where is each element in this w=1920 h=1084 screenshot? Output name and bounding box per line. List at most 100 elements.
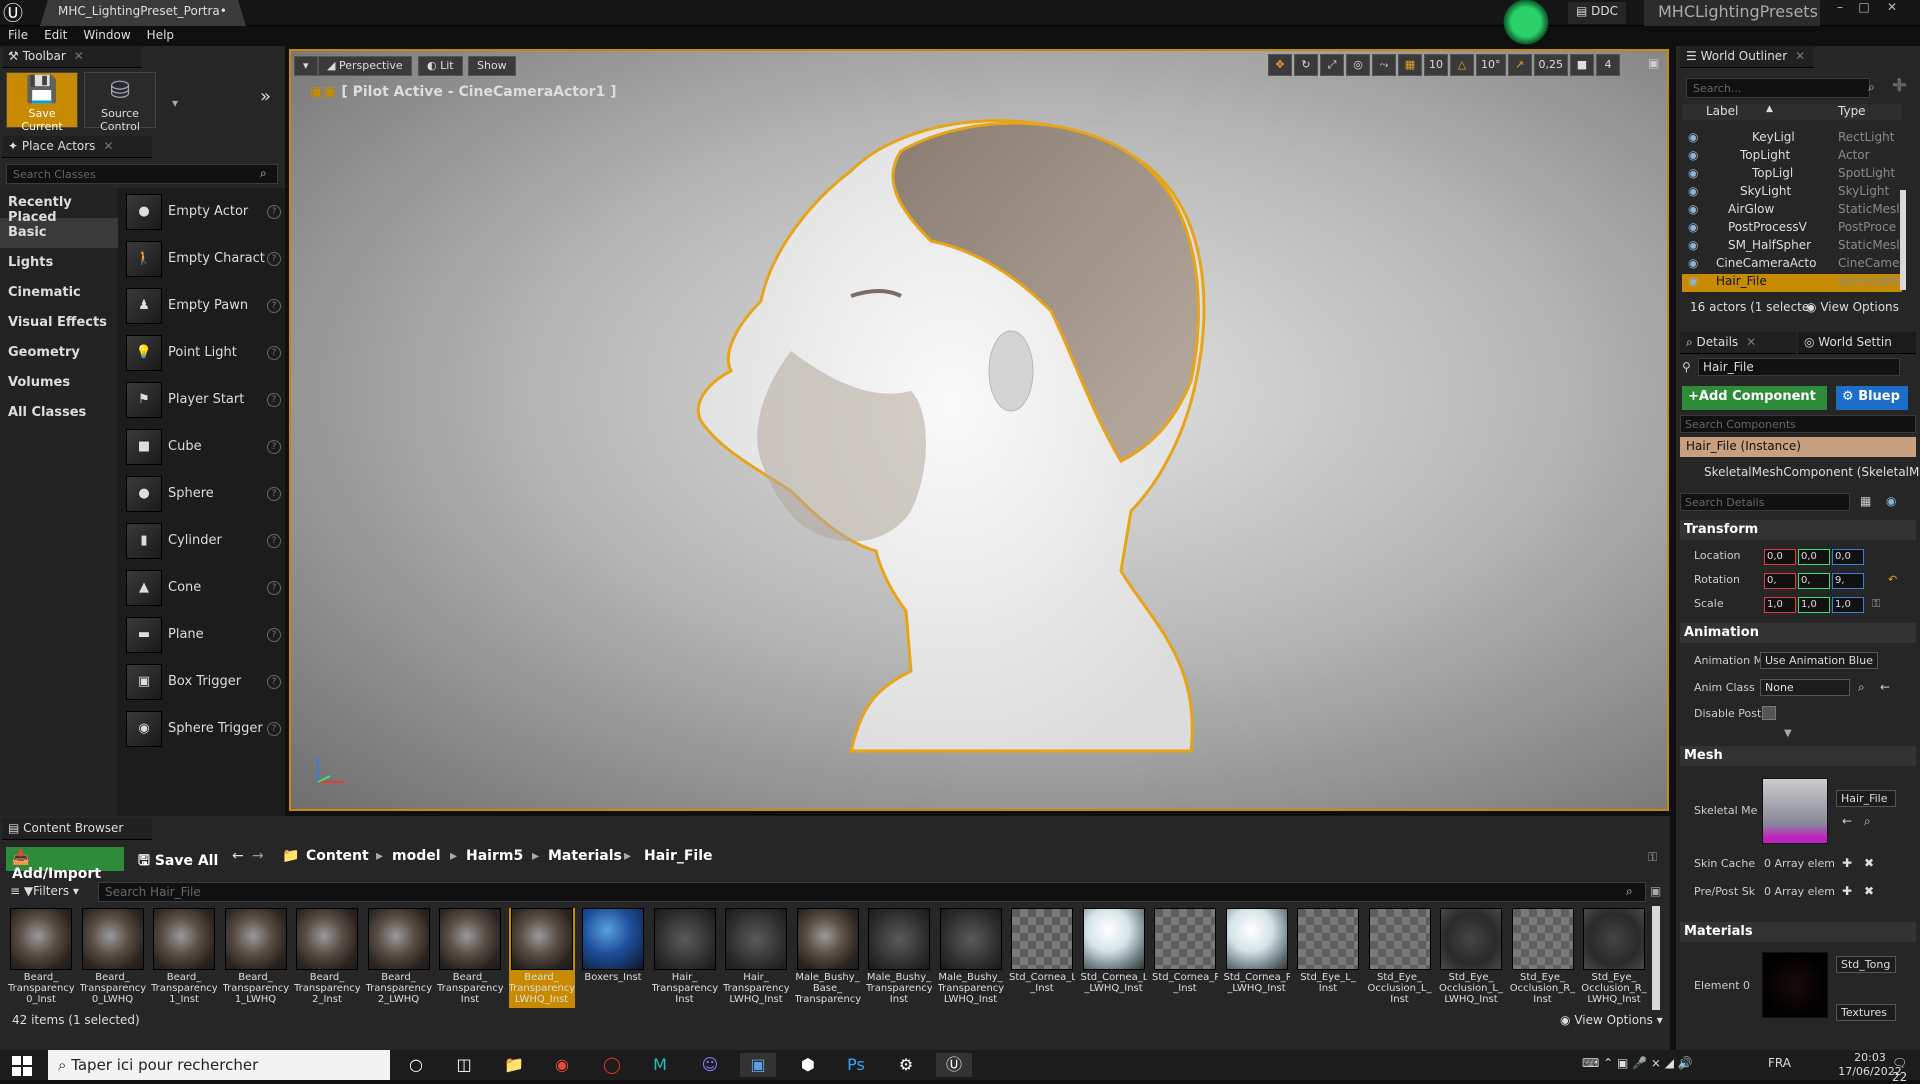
materials-section[interactable]: Materials [1680, 922, 1916, 942]
expand-toolbar-icon[interactable]: » [260, 86, 271, 107]
transform-section[interactable]: Transform [1680, 520, 1916, 540]
animation-mode-select[interactable]: Use Animation Blue [1760, 652, 1878, 669]
asset-tile[interactable]: Beard_ Transparency LWHQ_Inst [508, 908, 575, 1008]
actor-item[interactable]: ⚑ Player Start? [118, 376, 285, 423]
breadcrumb-model[interactable]: model [392, 848, 441, 864]
help-icon[interactable]: ? [267, 674, 281, 689]
language-indicator[interactable]: FRA [1768, 1056, 1791, 1070]
surface-snap-icon[interactable]: ⤳ [1372, 54, 1396, 76]
opera-icon[interactable]: ◯ [594, 1053, 630, 1077]
asset-tile[interactable]: Std_Cornea_L _Inst [1009, 908, 1075, 1008]
filters-button[interactable]: ≡ ▼Filters ▾ [10, 884, 79, 898]
task-view-icon[interactable]: ◫ [446, 1053, 482, 1077]
asset-tile[interactable]: Hair_ Transparency LWHQ_Inst [723, 908, 789, 1008]
windows-start-icon[interactable] [12, 1056, 32, 1076]
scale-icon[interactable]: ⤢ [1320, 54, 1344, 76]
asset-tile[interactable]: Beard_ Transparency 2_LWHQ [366, 908, 432, 1008]
help-icon[interactable]: ? [267, 392, 281, 407]
skeletal-mesh-component[interactable]: SkeletalMeshComponent (SkeletalMe [1680, 463, 1920, 483]
category-geometry[interactable]: Geometry [0, 338, 118, 368]
maximize-viewport-icon[interactable]: ▣ [1648, 56, 1659, 70]
anim-class-select[interactable]: None [1760, 679, 1850, 696]
place-actors-tab[interactable]: ✦ Place Actors ✕ [2, 136, 152, 158]
toolbar-tab[interactable]: ⚒ Toolbar ✕ [2, 46, 142, 68]
discord-icon[interactable]: ☺ [692, 1053, 728, 1077]
level-tab[interactable]: MHC_LightingPreset_Portra• [40, 0, 246, 26]
actor-item[interactable]: ▲ Cone? [118, 564, 285, 611]
actor-item[interactable]: ◉ Sphere Trigger? [118, 705, 285, 752]
asset-tile[interactable]: Beard_ Transparency 1_LWHQ [223, 908, 289, 1008]
outliner-row[interactable]: ◉ KeyLigl RectLight [1682, 130, 1902, 148]
back-icon[interactable]: ← [232, 848, 244, 864]
use-selected-icon[interactable]: ← [1880, 680, 1890, 694]
asset-scrollbar[interactable] [1652, 906, 1660, 1010]
label-column-header[interactable]: Label [1706, 104, 1738, 118]
type-column-header[interactable]: Type [1838, 104, 1866, 118]
help-icon[interactable]: ? [267, 298, 281, 313]
skeletal-mesh-thumbnail[interactable] [1762, 778, 1828, 844]
visibility-eye-icon[interactable]: ◉ [1688, 238, 1702, 252]
actor-item[interactable]: ♟ Empty Pawn? [118, 282, 285, 329]
actor-item[interactable]: 💡 Point Light? [118, 329, 285, 376]
viewport[interactable] [289, 49, 1669, 811]
asset-tile[interactable]: Std_Eye_ Occlusion_R_ LWHQ_Inst [1581, 908, 1647, 1008]
lit-button[interactable]: ◐ Lit [418, 56, 463, 76]
menu-file[interactable]: File [0, 26, 36, 44]
delete-icon[interactable]: ✖ [1864, 884, 1874, 898]
close-icon[interactable]: ✕ [1795, 49, 1805, 63]
asset-tile[interactable]: Std_Cornea_R _Inst [1152, 908, 1218, 1008]
help-icon[interactable]: ? [267, 721, 281, 736]
minimize-icon[interactable]: – [1828, 0, 1852, 16]
actor-item[interactable]: ● Empty Actor? [118, 188, 285, 235]
maximize-icon[interactable]: □ [1852, 0, 1876, 16]
maya-icon[interactable]: M [642, 1053, 678, 1077]
actor-item[interactable]: ▣ Box Trigger? [118, 658, 285, 705]
chrome-icon[interactable]: ◉ [544, 1053, 580, 1077]
mesh-section[interactable]: Mesh [1680, 746, 1916, 766]
tray-icons[interactable]: ⌨ ⌃ ▣ 🎤 ⨯ ◢ 🔊 [1582, 1056, 1693, 1070]
help-icon[interactable]: ? [267, 533, 281, 548]
asset-tile[interactable]: Boxers_Inst [580, 908, 646, 1008]
scale-y-input[interactable]: 1,0 [1798, 597, 1830, 613]
grid-snap-value[interactable]: 10 [1424, 54, 1448, 76]
cb-view-options[interactable]: ◉ View Options ▾ [1560, 1013, 1663, 1027]
perspective-button[interactable]: ◢ Perspective [318, 56, 412, 76]
grid-view-icon[interactable]: ▦ [1860, 494, 1871, 508]
asset-tile[interactable]: Hair_ Transparency Inst [652, 908, 718, 1008]
menu-edit[interactable]: Edit [36, 26, 75, 44]
outliner-row[interactable]: ◉ AirGlow StaticMesl [1682, 202, 1902, 220]
breadcrumb-hairm5[interactable]: Hairm5 [466, 848, 523, 864]
search-components-input[interactable]: Search Components [1680, 415, 1916, 433]
category-recently-placed[interactable]: Recently Placed [0, 188, 118, 225]
world-settings-tab[interactable]: ◎ World Settin [1798, 332, 1916, 354]
menu-window[interactable]: Window [75, 26, 138, 44]
category-visual-effects[interactable]: Visual Effects [0, 308, 118, 338]
visibility-eye-icon[interactable]: ◉ [1688, 202, 1702, 216]
asset-tile[interactable]: Beard_ Transparency 1_Inst [151, 908, 217, 1008]
add-element-icon[interactable]: ✚ [1842, 856, 1852, 870]
photos-icon[interactable]: ▣ [740, 1053, 776, 1077]
scale-snap-value[interactable]: 0,25 [1533, 54, 1568, 76]
use-selected-icon[interactable]: ← [1842, 814, 1852, 828]
actor-item[interactable]: ■ Cube? [118, 423, 285, 470]
asset-tile[interactable]: Male_Bushy_ Base_ Transparency [795, 908, 861, 1008]
add-component-button[interactable]: +Add Component [1682, 386, 1827, 410]
outliner-row[interactable]: ◉ TopLight Actor [1682, 148, 1902, 166]
chevron-down-icon[interactable]: ▾ [172, 96, 178, 110]
close-icon[interactable]: ✕ [1880, 0, 1904, 16]
asset-tile[interactable]: Beard_ Transparency 0_LWHQ [80, 908, 146, 1008]
asset-tile[interactable]: Std_Eye_ Occlusion_L_ LWHQ_Inst [1438, 908, 1504, 1008]
material-thumbnail[interactable] [1762, 952, 1828, 1018]
content-browser-tab[interactable]: ▤ Content Browser [2, 818, 152, 840]
photoshop-icon[interactable]: Ps [838, 1053, 874, 1077]
source-control-status-icon[interactable] [1500, 0, 1552, 48]
rotation-y-input[interactable]: 0, [1798, 573, 1830, 589]
help-icon[interactable]: ? [267, 439, 281, 454]
textures-select[interactable]: Textures [1836, 1004, 1896, 1021]
asset-tile[interactable]: Std_Cornea_R _LWHQ_Inst [1224, 908, 1290, 1008]
actor-item[interactable]: ● Sphere? [118, 470, 285, 517]
close-icon[interactable]: ✕ [103, 139, 113, 153]
visibility-eye-icon[interactable]: ◉ [1688, 274, 1702, 288]
outliner-row[interactable]: ◉ Hair_File SkeletalMe [1682, 274, 1902, 292]
rotation-snap-value[interactable]: 10° [1476, 54, 1506, 76]
